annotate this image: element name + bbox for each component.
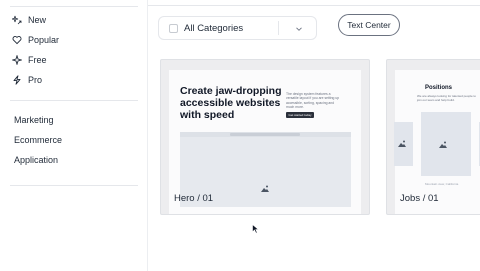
sparkle-arrow-icon xyxy=(12,15,22,25)
sidebar-item-label: Free xyxy=(28,55,47,65)
chevron-down-icon xyxy=(296,27,302,31)
sidebar-item-marketing[interactable]: Marketing xyxy=(14,115,54,125)
sidebar-item-label: Pro xyxy=(28,75,43,85)
image-placeholder-icon xyxy=(398,140,406,147)
lightning-icon xyxy=(12,75,22,85)
preview-footer: Mountain view, California xyxy=(425,182,459,186)
sidebar-item-label: Popular xyxy=(28,35,60,45)
sidebar-item-new[interactable]: New xyxy=(12,12,46,28)
preview-image-placeholder xyxy=(394,122,413,166)
sidebar-item-free[interactable]: Free xyxy=(12,52,47,68)
preview-image-placeholder xyxy=(421,112,471,176)
card-title: Jobs / 01 xyxy=(400,193,439,204)
text-center-filter-button[interactable]: Text Center xyxy=(338,14,400,36)
heart-icon xyxy=(12,35,22,45)
mouse-cursor-icon xyxy=(252,224,260,234)
select-separator xyxy=(278,21,279,35)
sidebar-item-pro[interactable]: Pro xyxy=(12,72,42,88)
sidebar-divider xyxy=(10,185,138,186)
template-card-jobs[interactable]: Positions We are always looking for tale… xyxy=(386,59,480,215)
sidebar-item-application[interactable]: Application xyxy=(14,155,58,165)
sidebar-divider xyxy=(10,100,138,101)
preview-body: We are always looking for talented peopl… xyxy=(417,94,476,102)
toolbar-divider xyxy=(148,5,480,6)
sidebar-item-label: New xyxy=(28,15,47,25)
card-title: Hero / 01 xyxy=(174,193,214,204)
template-card-hero[interactable]: Create jaw-dropping accessible websites … xyxy=(160,59,370,215)
sparkle-icon xyxy=(12,55,22,65)
image-placeholder-icon xyxy=(439,141,447,148)
sidebar-item-ecommerce[interactable]: Ecommerce xyxy=(14,135,62,145)
preview-headline: Positions xyxy=(425,85,453,91)
category-icon xyxy=(169,23,178,33)
app-window: New Popular Free Pro Marketing Ecommerce… xyxy=(0,0,480,271)
sidebar-divider xyxy=(10,6,138,7)
sidebar-item-popular[interactable]: Popular xyxy=(12,32,59,48)
sidebar: New Popular Free Pro Marketing Ecommerce… xyxy=(0,0,148,271)
preview-headline: Create jaw-dropping accessible websites … xyxy=(180,85,282,121)
preview-button: Get started today xyxy=(286,112,314,118)
image-placeholder-icon xyxy=(261,185,269,192)
preview-body: The design system features a versatile l… xyxy=(286,92,340,110)
preview-address-bar xyxy=(230,133,300,136)
category-select[interactable]: All Categories xyxy=(158,16,317,40)
category-select-value: All Categories xyxy=(184,22,244,34)
